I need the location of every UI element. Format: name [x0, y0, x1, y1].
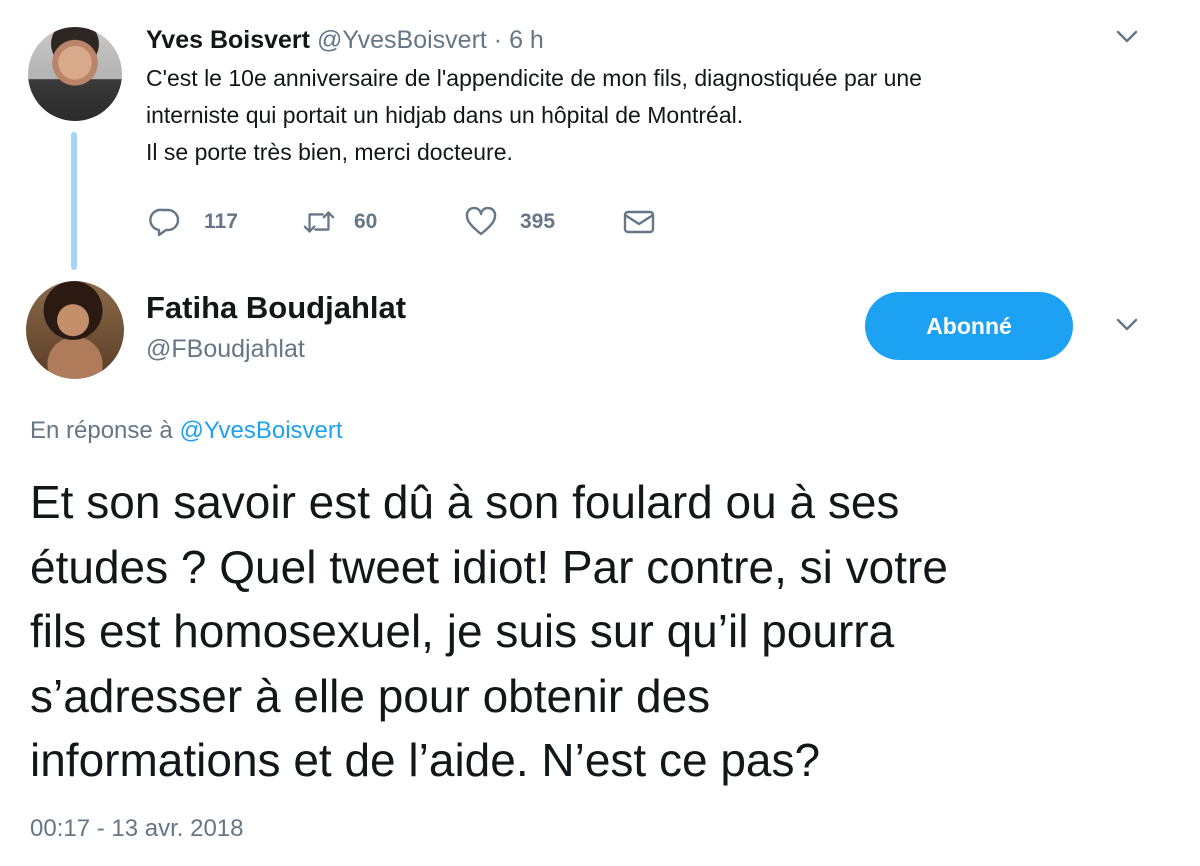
reply-button[interactable]: 117: [148, 202, 238, 242]
reply-count: 117: [204, 210, 238, 233]
thread-connector-line: [71, 132, 77, 270]
chevron-down-icon-svg: [1116, 318, 1138, 331]
reply-icon: [148, 205, 182, 239]
tweet2-text-line: s’adresser à elle pour obtenir des: [30, 669, 711, 722]
tweet2-author-name[interactable]: Fatiha Boudjahlat: [146, 288, 406, 328]
direct-message-button[interactable]: [622, 202, 656, 242]
avatar-yves-boisvert[interactable]: [28, 27, 122, 121]
tweet2-timestamp[interactable]: 00:17 - 13 avr. 2018: [30, 812, 244, 846]
like-count: 395: [520, 210, 556, 233]
tweet1-text: C'est le 10e anniversaire de l'appendici…: [146, 60, 1136, 171]
tweet1-header: Yves Boisvert @YvesBoisvert · 6 h: [146, 24, 544, 56]
chevron-down-icon-svg: [1116, 30, 1138, 43]
tweet1-text-line: C'est le 10e anniversaire de l'appendici…: [146, 65, 922, 91]
tweet2-text-line: Et son savoir est dû à son foulard ou à …: [30, 476, 900, 528]
reply-context: En réponse à @YvesBoisvert: [30, 414, 343, 448]
retweet-button[interactable]: 60: [302, 202, 377, 242]
tweet1-text-line: interniste qui portait un hidjab dans un…: [146, 102, 744, 128]
chevron-down-icon[interactable]: [1116, 318, 1138, 336]
reply-context-mention[interactable]: @YvesBoisvert: [179, 417, 342, 444]
tweet1-author-handle[interactable]: @YvesBoisvert: [317, 26, 487, 54]
tweet1-text-line: Il se porte très bien, merci docteure.: [146, 139, 513, 165]
tweet2-text-line: études ? Quel tweet idiot! Par contre, s…: [30, 540, 948, 593]
envelope-icon: [622, 205, 656, 239]
retweet-count: 60: [354, 210, 378, 233]
tweet2-text: Et son savoir est dû à son foulard ou à …: [30, 470, 1180, 793]
heart-icon: [464, 205, 498, 239]
retweet-icon: [302, 205, 336, 239]
tweet1-time[interactable]: · 6 h: [494, 26, 544, 54]
avatar-fatiha-boudjahlat[interactable]: [26, 281, 124, 379]
following-button[interactable]: Abonné: [865, 292, 1073, 360]
reply-context-prefix: En réponse à: [30, 417, 173, 444]
tweet2-text-line: fils est homosexuel, je suis sur qu’il p…: [30, 605, 895, 657]
chevron-down-icon[interactable]: [1116, 30, 1138, 48]
tweet1-author-name[interactable]: Yves Boisvert: [146, 26, 310, 54]
tweet2-text-line: informations et de l’aide. N’est ce pas?: [30, 734, 821, 786]
like-button[interactable]: 395: [464, 202, 555, 242]
tweet2-author-handle[interactable]: @FBoudjahlat: [146, 332, 305, 366]
